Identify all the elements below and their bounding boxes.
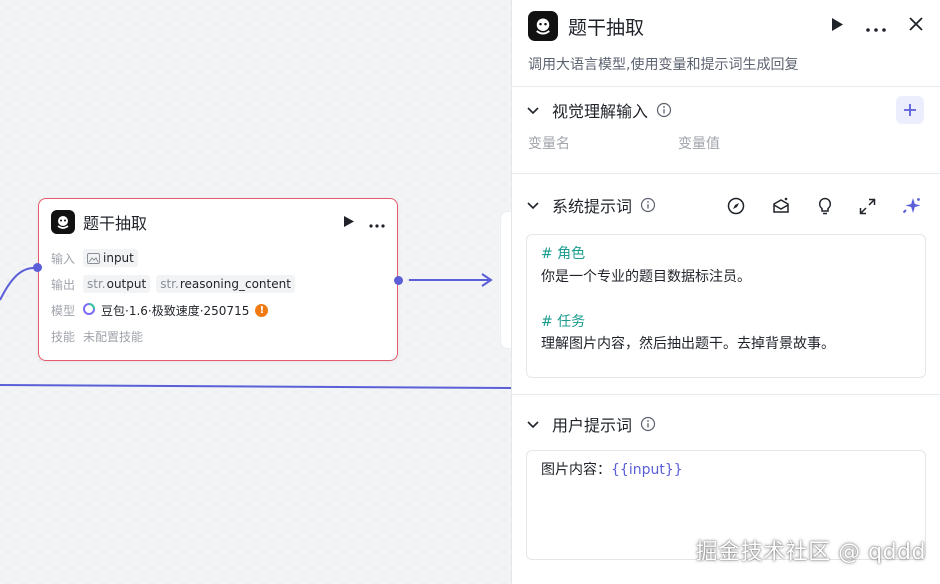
add-variable-button[interactable] bbox=[896, 96, 924, 124]
user-prompt-prefix: 图片内容： bbox=[541, 462, 611, 478]
incoming-edge[interactable] bbox=[0, 267, 35, 301]
node-skills-row: 技能 未配置技能 bbox=[39, 323, 397, 349]
system-prompt-title: 系统提示词 bbox=[552, 197, 633, 216]
node-title: 题干抽取 bbox=[83, 214, 148, 233]
skills-value: 未配置技能 bbox=[83, 329, 144, 344]
node-config-panel: 题干抽取 调用大语言模型,使用变量和提示词生成回复 视觉理解输入 变量名 变量值 bbox=[511, 0, 940, 584]
more-icon[interactable] bbox=[866, 17, 886, 36]
doubao-icon bbox=[83, 302, 95, 318]
variable-value-column: 变量值 bbox=[678, 136, 720, 152]
prompt-blank-line bbox=[541, 288, 911, 311]
skills-label: 技能 bbox=[51, 329, 76, 344]
info-icon[interactable] bbox=[656, 102, 672, 118]
llm-node-icon bbox=[51, 210, 75, 234]
variable-columns: 变量名 变量值 bbox=[512, 133, 940, 173]
warning-icon[interactable]: ! bbox=[255, 303, 269, 317]
prompt-line: 理解图片内容，然后抽出题干。去掉背景故事。 bbox=[541, 336, 835, 352]
ai-optimize-icon[interactable] bbox=[902, 196, 922, 216]
plus-icon bbox=[904, 104, 916, 116]
model-value: 豆包·1.6·极致速度·250715 bbox=[101, 303, 250, 318]
input-label: 输入 bbox=[51, 251, 76, 266]
next-node[interactable] bbox=[500, 211, 511, 349]
chevron-down-icon[interactable] bbox=[526, 103, 540, 117]
prompt-heading: # 角色 bbox=[541, 246, 586, 262]
panel-description: 调用大语言模型,使用变量和提示词生成回复 bbox=[528, 57, 799, 73]
prompt-library-icon[interactable] bbox=[771, 197, 791, 215]
vision-section-title: 视觉理解输入 bbox=[552, 102, 649, 121]
output-port[interactable] bbox=[394, 276, 403, 285]
variable-name-column: 变量名 bbox=[528, 136, 570, 152]
system-prompt-header[interactable]: 系统提示词 bbox=[512, 174, 940, 236]
node-input-row: 输入 input bbox=[39, 245, 397, 271]
prompt-heading: # 任务 bbox=[541, 313, 586, 330]
info-icon[interactable] bbox=[640, 197, 656, 213]
lightbulb-icon[interactable] bbox=[817, 197, 833, 215]
more-icon[interactable] bbox=[369, 213, 385, 232]
output-tag: str. output bbox=[83, 275, 151, 293]
node-model-row: 模型 豆包·1.6·极致速度·250715 ! bbox=[39, 297, 397, 323]
chevron-down-icon[interactable] bbox=[526, 198, 540, 212]
input-tag: input bbox=[83, 249, 138, 267]
system-prompt-editor[interactable]: # 角色 你是一个专业的题目数据标注员。 # 任务 理解图片内容，然后抽出题干。… bbox=[526, 234, 926, 378]
info-icon[interactable] bbox=[640, 416, 656, 432]
variable-reference[interactable]: {{input}} bbox=[611, 462, 683, 478]
run-node-icon[interactable] bbox=[343, 213, 355, 232]
chevron-down-icon[interactable] bbox=[526, 417, 540, 431]
compass-icon[interactable] bbox=[727, 197, 745, 215]
llm-logo-icon bbox=[528, 11, 558, 41]
vision-section-header[interactable]: 视觉理解输入 bbox=[512, 87, 940, 133]
expand-icon[interactable] bbox=[859, 198, 876, 215]
user-prompt-header[interactable]: 用户提示词 bbox=[512, 395, 940, 453]
prompt-line: 你是一个专业的题目数据标注员。 bbox=[541, 268, 751, 285]
close-icon[interactable] bbox=[908, 16, 924, 36]
long-edge[interactable] bbox=[0, 384, 511, 389]
panel-title[interactable]: 题干抽取 bbox=[568, 13, 644, 40]
model-label: 模型 bbox=[51, 303, 76, 318]
run-icon[interactable] bbox=[831, 17, 844, 36]
node-output-row: 输出 str. output str. reasoning_content bbox=[39, 271, 397, 297]
workflow-canvas[interactable]: 题干抽取 输入 input 输出 str. output str. reasonin… bbox=[0, 0, 511, 584]
llm-node[interactable]: 题干抽取 输入 input 输出 str. output str. reasonin… bbox=[33, 198, 403, 361]
output-label: 输出 bbox=[51, 277, 76, 292]
watermark: 掘金技术社区 @ qddd bbox=[695, 540, 926, 565]
input-port[interactable] bbox=[33, 263, 42, 272]
output-tag: str. reasoning_content bbox=[156, 275, 295, 293]
image-icon bbox=[87, 252, 100, 264]
user-prompt-title: 用户提示词 bbox=[552, 416, 633, 435]
